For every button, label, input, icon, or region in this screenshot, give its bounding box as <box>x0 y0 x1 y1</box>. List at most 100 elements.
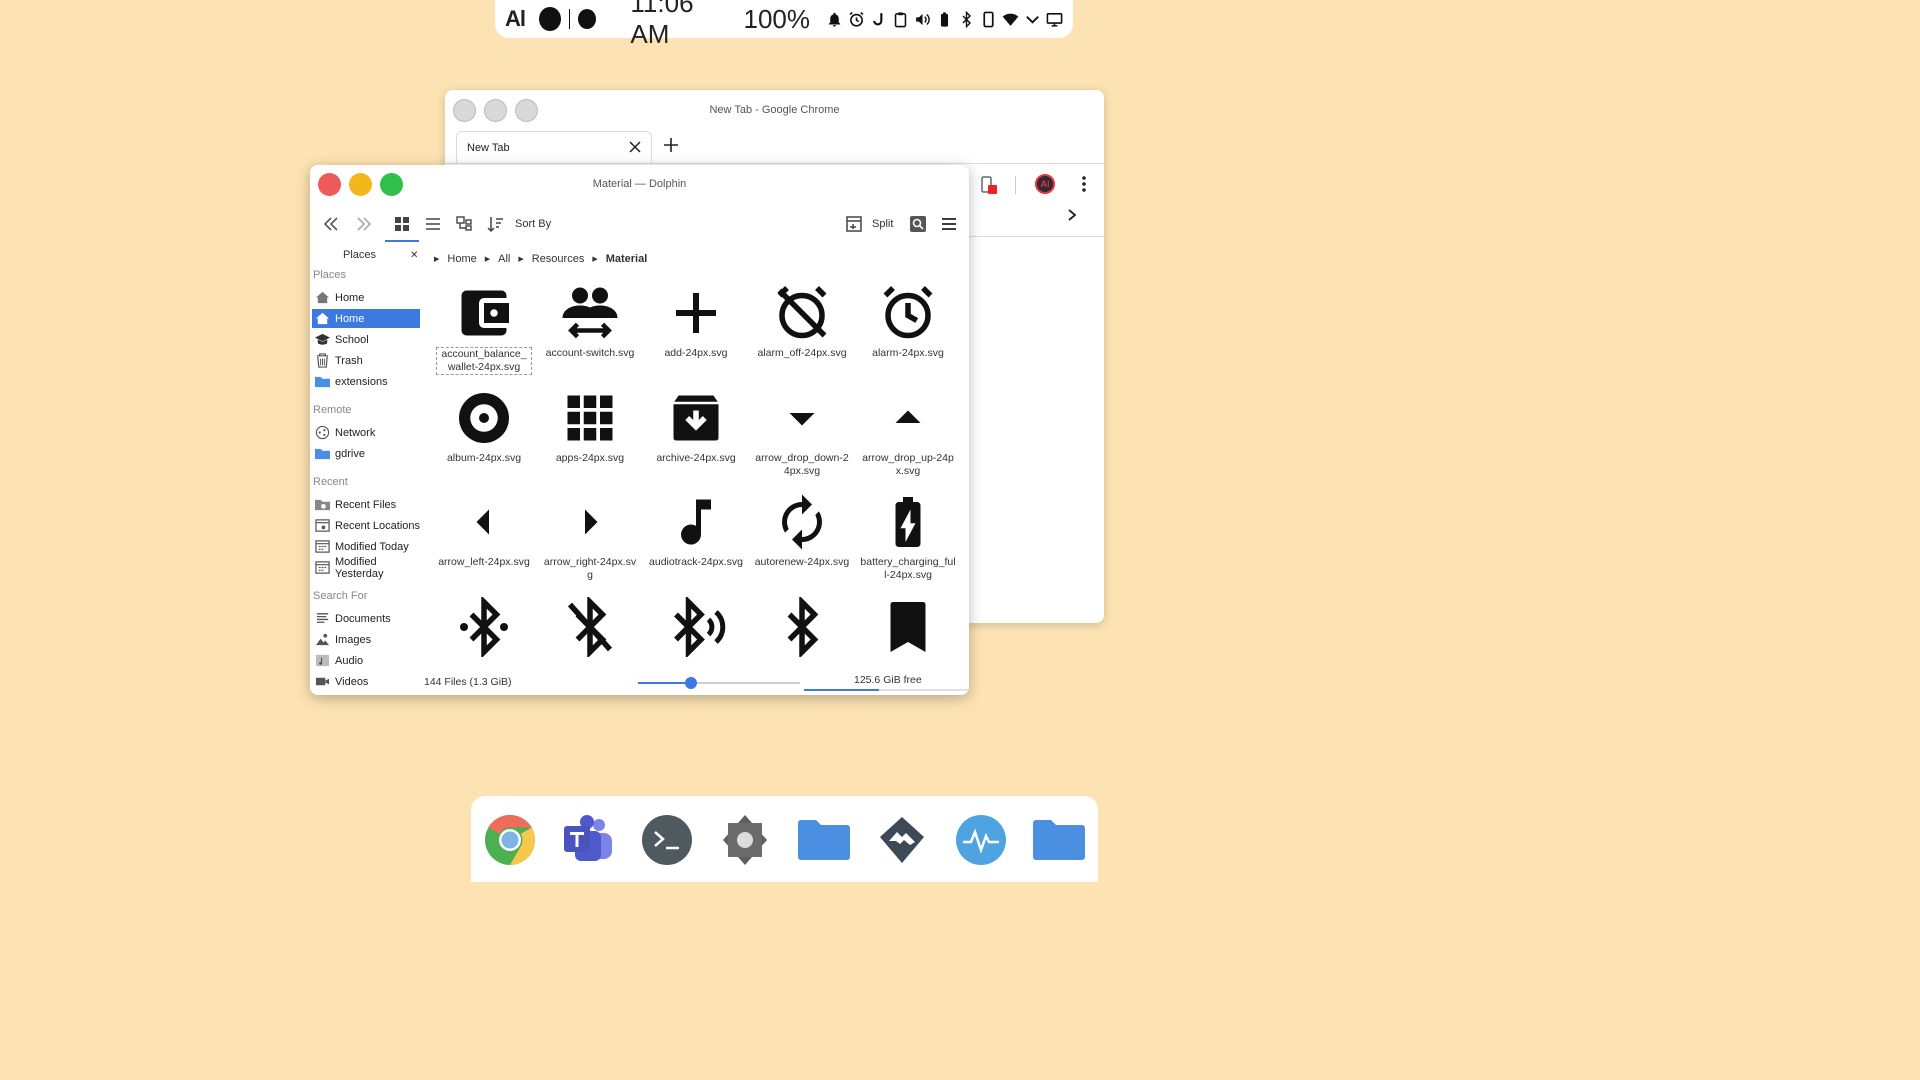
chrome-toolbar-separator <box>1015 176 1016 194</box>
network-icon <box>315 425 330 440</box>
breadcrumb-resources[interactable]: Resources <box>532 253 585 265</box>
chevron-down-icon[interactable] <box>1024 11 1041 28</box>
chrome-icon[interactable] <box>483 813 537 867</box>
breadcrumb-arrow-icon[interactable]: ▶ <box>518 255 523 263</box>
sidebar-item-modified-yesterday[interactable]: Modified Yesterday <box>312 556 427 580</box>
breadcrumb-material[interactable]: Material <box>606 253 648 265</box>
file-item[interactable]: arrow_right-24px.svg <box>542 492 638 582</box>
calendar-icon <box>315 561 330 574</box>
terminal-icon[interactable] <box>640 813 694 867</box>
sidebar-item-audio[interactable]: Audio <box>312 651 420 670</box>
sidebar-item-gdrive[interactable]: gdrive <box>312 444 420 463</box>
waveform-icon[interactable] <box>954 813 1008 867</box>
file-item[interactable]: battery_charging_full-24px.svg <box>860 492 956 582</box>
battery-percent[interactable]: 100% <box>744 4 811 35</box>
settings-icon[interactable] <box>718 813 772 867</box>
notification-bell-icon[interactable] <box>826 11 843 28</box>
folder-icon[interactable] <box>1032 813 1086 867</box>
sidebar-item-school[interactable]: School <box>312 330 420 349</box>
icons-view-button[interactable] <box>385 213 419 242</box>
file-item[interactable]: arrow_drop_down-24px.svg <box>754 388 850 478</box>
display-icon[interactable] <box>1046 11 1063 28</box>
file-name: audiotrack-24px.svg <box>649 556 743 568</box>
trash-icon <box>316 353 329 368</box>
workspace-dot-icon[interactable] <box>539 7 561 31</box>
bluetooth-tray-icon[interactable] <box>958 10 975 28</box>
clipboard-icon[interactable] <box>892 11 909 28</box>
zoom-slider-handle[interactable] <box>685 677 698 689</box>
search-icon <box>910 216 926 232</box>
file-item[interactable] <box>542 597 638 661</box>
sidebar-item-network[interactable]: Network <box>312 423 420 442</box>
sidebar-item-trash[interactable]: Trash <box>312 351 420 370</box>
sidebar-item-images[interactable]: Images <box>312 630 420 649</box>
chrome-profile-avatar[interactable]: Al <box>1035 174 1055 194</box>
file-item[interactable] <box>436 597 532 661</box>
free-space-status[interactable]: 125.6 GiB free <box>854 674 922 686</box>
file-item[interactable] <box>648 597 744 661</box>
inkscape-icon[interactable] <box>875 813 929 867</box>
clock[interactable]: 11:06 AM <box>630 0 727 50</box>
sidebar-item-documents[interactable]: Documents <box>312 609 420 628</box>
more-vert-icon[interactable] <box>1077 175 1091 193</box>
workspace-dot-icon[interactable] <box>578 9 597 29</box>
sort-by-label[interactable]: Sort By <box>515 218 551 230</box>
wifi-icon[interactable] <box>1002 11 1019 28</box>
file-item[interactable] <box>860 597 956 661</box>
sidebar-item-label: Modified Today <box>335 540 409 553</box>
breadcrumb-home[interactable]: Home <box>447 253 476 265</box>
system-logo[interactable]: Al <box>505 6 526 32</box>
breadcrumb-arrow-icon[interactable]: ▶ <box>592 255 597 263</box>
places-panel-close[interactable]: ✕ <box>410 250 418 261</box>
hamburger-menu-button[interactable] <box>938 213 960 235</box>
file-item[interactable]: apps-24px.svg <box>542 388 638 465</box>
account-switch-icon <box>562 287 618 339</box>
file-item[interactable]: arrow_left-24px.svg <box>436 492 532 569</box>
file-item[interactable] <box>754 597 850 661</box>
headset-icon[interactable] <box>870 11 887 28</box>
sort-button[interactable] <box>485 213 507 235</box>
sidebar-item-recent-files[interactable]: Recent Files <box>312 495 420 514</box>
sidebar-item-modified-today[interactable]: Modified Today <box>312 537 420 556</box>
sidebar-item-recent-locations[interactable]: Recent Locations <box>312 516 420 535</box>
sidebar-item-home-selected[interactable]: Home <box>312 309 420 328</box>
file-item[interactable]: arrow_drop_up-24px.svg <box>860 388 956 478</box>
file-item[interactable]: archive-24px.svg <box>648 388 744 465</box>
file-item[interactable]: add-24px.svg <box>648 283 744 360</box>
forward-button[interactable] <box>353 213 375 235</box>
chevron-right-icon[interactable] <box>1065 208 1079 222</box>
file-name: arrow_drop_down-24px.svg <box>755 452 849 477</box>
compact-view-button[interactable] <box>422 213 444 235</box>
sidebar-item-extensions[interactable]: extensions <box>312 372 420 391</box>
sidebar-item-videos[interactable]: Videos <box>312 672 420 691</box>
file-item[interactable]: autorenew-24px.svg <box>754 492 850 569</box>
split-button[interactable] <box>843 213 865 235</box>
file-item[interactable]: account-switch.svg <box>542 283 638 360</box>
new-tab-plus-icon[interactable] <box>663 137 679 153</box>
alarm-clock-icon[interactable] <box>848 11 865 28</box>
extension-phone-icon[interactable] <box>980 176 998 196</box>
close-icon[interactable] <box>627 139 643 155</box>
chrome-tab-new-tab[interactable]: New Tab <box>456 131 652 164</box>
file-name: album-24px.svg <box>446 452 522 464</box>
file-item[interactable]: alarm-24px.svg <box>860 283 956 360</box>
phone-icon[interactable] <box>980 11 997 28</box>
file-item[interactable]: audiotrack-24px.svg <box>648 492 744 569</box>
zoom-slider[interactable] <box>638 677 800 689</box>
battery-icon[interactable] <box>936 11 953 28</box>
details-view-button[interactable] <box>453 213 475 235</box>
volume-icon[interactable] <box>914 11 931 28</box>
split-label[interactable]: Split <box>872 218 893 230</box>
search-button[interactable] <box>907 213 929 235</box>
files-icon[interactable] <box>797 813 851 867</box>
back-button[interactable] <box>320 213 342 235</box>
file-item[interactable]: album-24px.svg <box>436 388 532 465</box>
teams-icon[interactable] <box>561 813 615 867</box>
file-item[interactable]: account_balance_wallet-24px.svg <box>436 283 532 375</box>
breadcrumb-arrow-icon[interactable]: ▶ <box>485 255 490 263</box>
file-grid: account_balance_wallet-24px.svg account-… <box>430 283 965 668</box>
file-item[interactable]: alarm_off-24px.svg <box>754 283 850 360</box>
breadcrumb-all[interactable]: All <box>498 253 510 265</box>
breadcrumb-arrow-icon[interactable]: ▶ <box>434 255 439 263</box>
sidebar-item-home[interactable]: Home <box>312 288 420 307</box>
